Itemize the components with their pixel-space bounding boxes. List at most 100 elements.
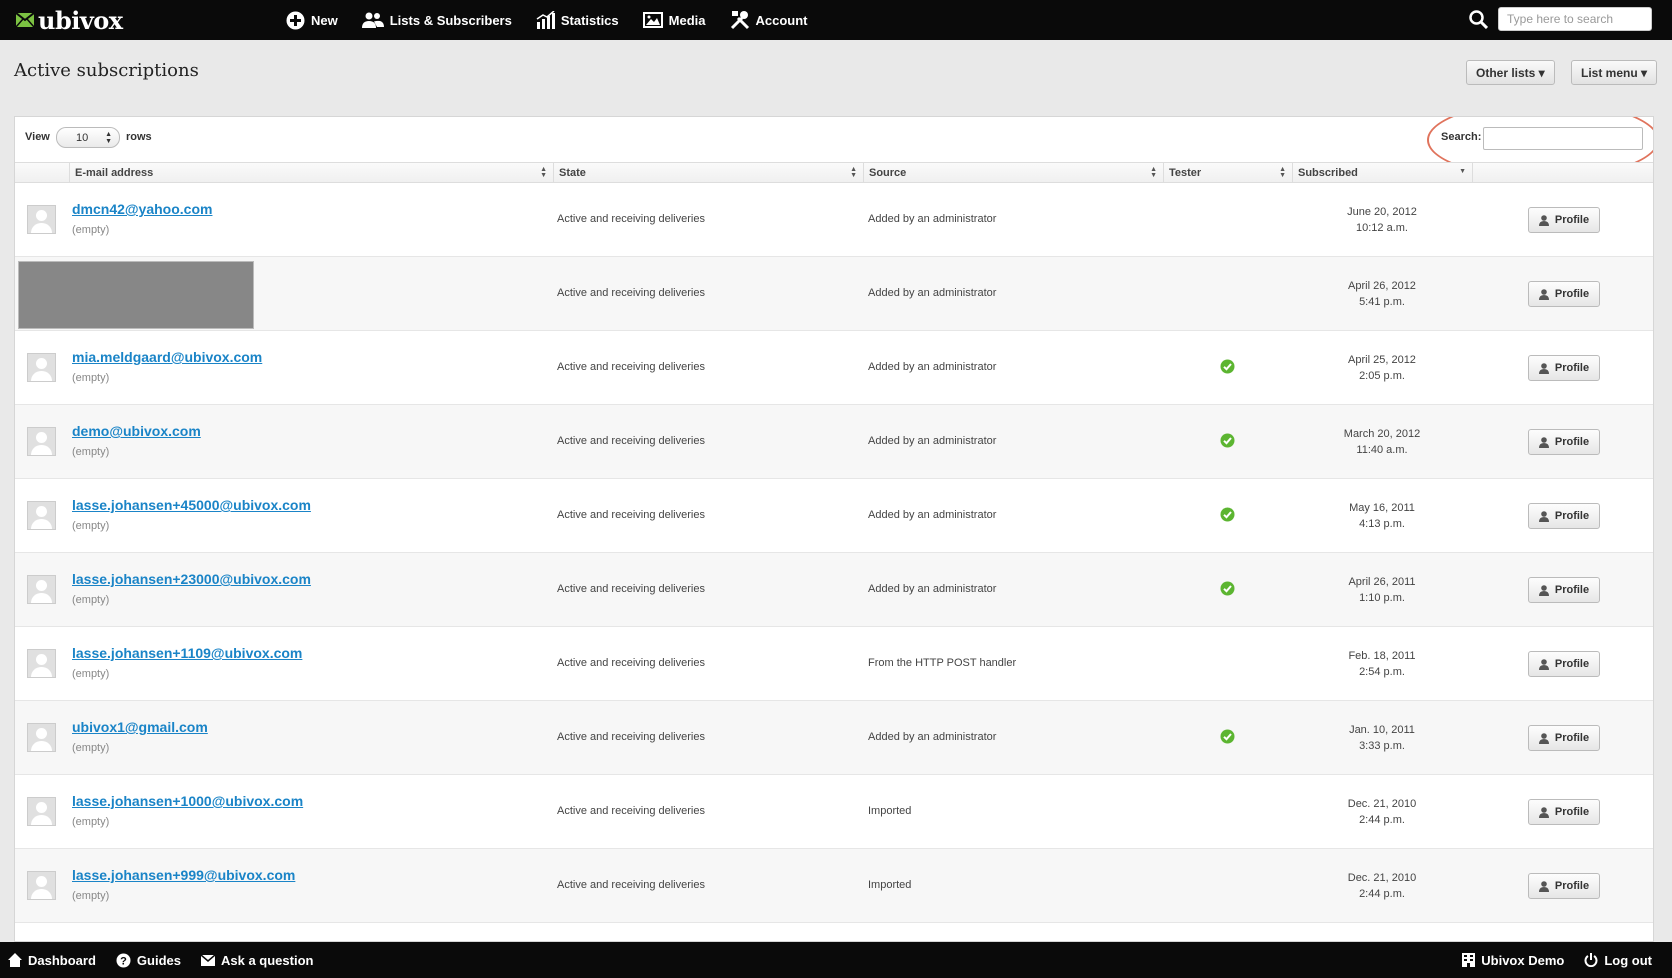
- nav-account[interactable]: Account: [730, 10, 808, 30]
- profile-button[interactable]: Profile: [1528, 577, 1600, 603]
- nav-lists-subscribers[interactable]: Lists & Subscribers: [361, 12, 512, 28]
- subscription-source: Added by an administrator: [868, 583, 997, 595]
- profile-button[interactable]: Profile: [1528, 799, 1600, 825]
- svg-text:?: ?: [120, 955, 127, 967]
- tools-icon: [730, 11, 749, 30]
- table-row: lasse.johansen+999@ubivox.com (empty) Acti…: [15, 849, 1653, 923]
- dashboard-label: Dashboard: [28, 952, 96, 968]
- user-icon: [1538, 584, 1549, 596]
- subscription-source: Added by an administrator: [868, 287, 997, 299]
- profile-button[interactable]: Profile: [1528, 281, 1600, 307]
- user-account-link[interactable]: Ubivox Demo: [1462, 953, 1564, 968]
- subscribed-date-day: March 20, 2012: [1343, 428, 1421, 440]
- bar-chart-icon: [536, 11, 555, 29]
- main-nav: New Lists & Subscribers Statistics Media…: [286, 10, 832, 30]
- nav-statistics[interactable]: Statistics: [536, 11, 619, 29]
- subscribed-date-time: 2:44 p.m.: [1359, 814, 1405, 826]
- subscribed-date: April 26, 2012 5:41 p.m.: [1307, 278, 1457, 310]
- guides-label: Guides: [136, 952, 181, 968]
- subscribed-date-time: 1:10 p.m.: [1359, 592, 1405, 604]
- nav-media[interactable]: Media: [642, 12, 706, 28]
- user-icon: [1538, 214, 1549, 226]
- th-state[interactable]: State ▲ ▼: [553, 163, 863, 183]
- subscription-state: Active and receiving deliveries: [557, 657, 705, 669]
- subscription-source: Added by an administrator: [868, 213, 997, 225]
- subscription-source: Added by an administrator: [868, 509, 997, 521]
- subscribed-date: March 20, 2012 11:40 a.m.: [1307, 426, 1457, 458]
- rows-per-page-select[interactable]: 10 ▲ ▼: [56, 127, 120, 148]
- select-arrows-icon: ▲ ▼: [105, 131, 112, 145]
- th-email[interactable]: E-mail address ▲ ▼: [69, 163, 553, 183]
- plus-circle-icon: [286, 11, 305, 29]
- nav-lists-label: Lists & Subscribers: [389, 12, 512, 28]
- power-icon: [1584, 953, 1598, 967]
- subscribed-date: Feb. 18, 2011 2:54 p.m.: [1307, 648, 1457, 680]
- global-search-input[interactable]: [1498, 7, 1652, 31]
- profile-button[interactable]: Profile: [1528, 873, 1600, 899]
- list-menu-button[interactable]: List menu ▾: [1571, 60, 1658, 85]
- nav-new[interactable]: New: [286, 11, 338, 30]
- subscription-state: Active and receiving deliveries: [557, 731, 705, 743]
- subscriber-name: (empty): [72, 890, 110, 902]
- subscriber-email-link[interactable]: lasse.johansen+1109@ubivox.com: [72, 645, 302, 661]
- th-tester[interactable]: Tester ▲ ▼: [1163, 163, 1292, 183]
- subscription-state: Active and receiving deliveries: [557, 361, 705, 373]
- logout-link[interactable]: Log out: [1584, 953, 1652, 968]
- subscribed-date: April 25, 2012 2:05 p.m.: [1307, 352, 1457, 384]
- subscriber-email-link[interactable]: ubivox1@gmail.com: [72, 719, 208, 735]
- search-icon[interactable]: [1469, 9, 1488, 29]
- user-icon: [1538, 510, 1549, 522]
- profile-button-label: Profile: [1554, 658, 1590, 670]
- building-icon: [1462, 953, 1476, 967]
- th-state-label: State: [559, 167, 586, 179]
- profile-button[interactable]: Profile: [1528, 355, 1600, 381]
- profile-button[interactable]: Profile: [1528, 429, 1600, 455]
- home-icon: [8, 953, 22, 967]
- subscription-source: Imported: [868, 879, 912, 891]
- subscribed-date: Dec. 21, 2010 2:44 p.m.: [1307, 796, 1457, 828]
- user-icon: [1538, 288, 1549, 300]
- subscriptions-panel: View 10 ▲ ▼ rows Search: E-mail address ▲…: [14, 116, 1654, 942]
- tester-check-icon: [1220, 433, 1235, 448]
- avatar: [27, 871, 56, 900]
- ubivox-logo[interactable]: ubivox: [16, 6, 266, 35]
- avatar: [27, 427, 56, 456]
- subscription-source: Imported: [868, 805, 912, 817]
- th-subscribed-label: Subscribed: [1298, 167, 1358, 179]
- subscribed-date-time: 3:33 p.m.: [1359, 740, 1405, 752]
- other-lists-button[interactable]: Other lists ▾: [1466, 60, 1555, 85]
- view-label: View: [25, 131, 50, 143]
- users-icon: [361, 12, 384, 28]
- profile-button[interactable]: Profile: [1528, 725, 1600, 751]
- subscriber-email-link[interactable]: lasse.johansen+23000@ubivox.com: [72, 571, 311, 587]
- rows-per-page-value: 10: [76, 131, 89, 144]
- ask-question-link[interactable]: Ask a question: [200, 953, 313, 968]
- image-icon: [642, 12, 663, 28]
- profile-button-label: Profile: [1554, 732, 1590, 744]
- subscriber-email-link[interactable]: lasse.johansen+1000@ubivox.com: [72, 793, 303, 809]
- subscribed-date-time: 11:40 a.m.: [1356, 444, 1408, 456]
- subscriber-name: (empty): [72, 742, 110, 754]
- th-subscribed[interactable]: Subscribed ▼: [1292, 163, 1472, 183]
- subscriber-email-link[interactable]: mia.meldgaard@ubivox.com: [72, 349, 262, 365]
- profile-button-label: Profile: [1554, 288, 1590, 300]
- subscription-state: Active and receiving deliveries: [557, 287, 705, 299]
- profile-button[interactable]: Profile: [1528, 207, 1600, 233]
- subscriber-email-link[interactable]: lasse.johansen+45000@ubivox.com: [72, 497, 311, 513]
- bottom-bar-right: Ubivox Demo Log out: [1454, 942, 1664, 978]
- table-header: E-mail address ▲ ▼ State ▲ ▼ Source ▲ ▼ Tes…: [15, 162, 1653, 183]
- sort-icon: ▲ ▼: [1279, 166, 1286, 179]
- subscriber-email-link[interactable]: lasse.johansen+999@ubivox.com: [72, 867, 295, 883]
- subscriber-email-link[interactable]: demo@ubivox.com: [72, 423, 201, 439]
- profile-button[interactable]: Profile: [1528, 503, 1600, 529]
- th-source[interactable]: Source ▲ ▼: [863, 163, 1163, 183]
- dashboard-link[interactable]: Dashboard: [8, 953, 96, 968]
- subscription-source: Added by an administrator: [868, 361, 997, 373]
- rows-label: rows: [126, 131, 152, 143]
- subscription-source: From the HTTP POST handler: [868, 657, 1017, 669]
- th-source-label: Source: [869, 167, 907, 179]
- profile-button[interactable]: Profile: [1528, 651, 1600, 677]
- table-row: dmcn42@yahoo.com (empty) Active and receiv…: [15, 183, 1653, 257]
- guides-link[interactable]: ? Guides: [116, 953, 181, 968]
- subscriber-email-link[interactable]: dmcn42@yahoo.com: [72, 201, 212, 217]
